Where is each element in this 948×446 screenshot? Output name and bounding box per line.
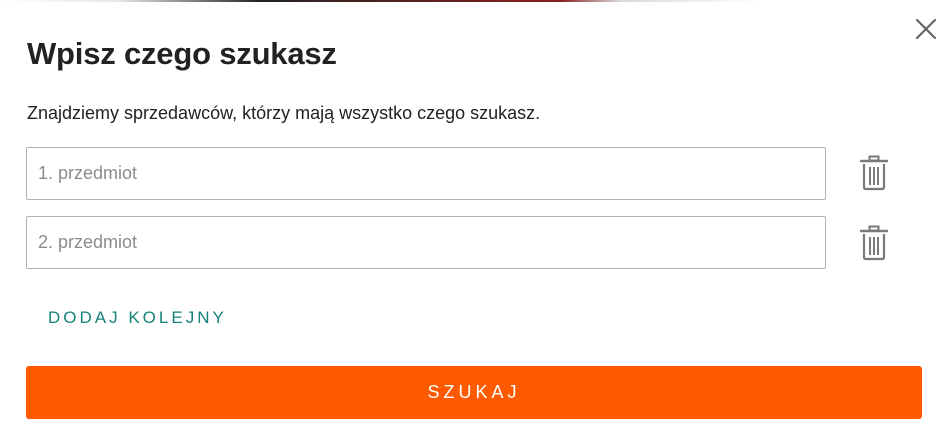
add-item-link[interactable]: DODAJ KOLEJNY xyxy=(48,307,227,329)
delete-item-button-1[interactable] xyxy=(859,155,889,191)
delete-item-button-2[interactable] xyxy=(859,225,889,261)
trash-icon xyxy=(859,155,889,191)
dialog-subtitle: Znajdziemy sprzedawców, którzy mają wszy… xyxy=(27,103,541,123)
close-button[interactable] xyxy=(914,17,938,41)
item-input-2[interactable] xyxy=(26,216,826,269)
top-strip xyxy=(0,0,948,2)
dialog-title: Wpisz czego szukasz xyxy=(27,36,337,71)
trash-icon xyxy=(859,225,889,261)
search-button[interactable]: SZUKAJ xyxy=(26,366,922,419)
item-input-1[interactable] xyxy=(26,147,826,200)
search-dialog: Wpisz czego szukasz Znajdziemy sprzedawc… xyxy=(0,0,948,446)
close-icon xyxy=(915,18,937,40)
